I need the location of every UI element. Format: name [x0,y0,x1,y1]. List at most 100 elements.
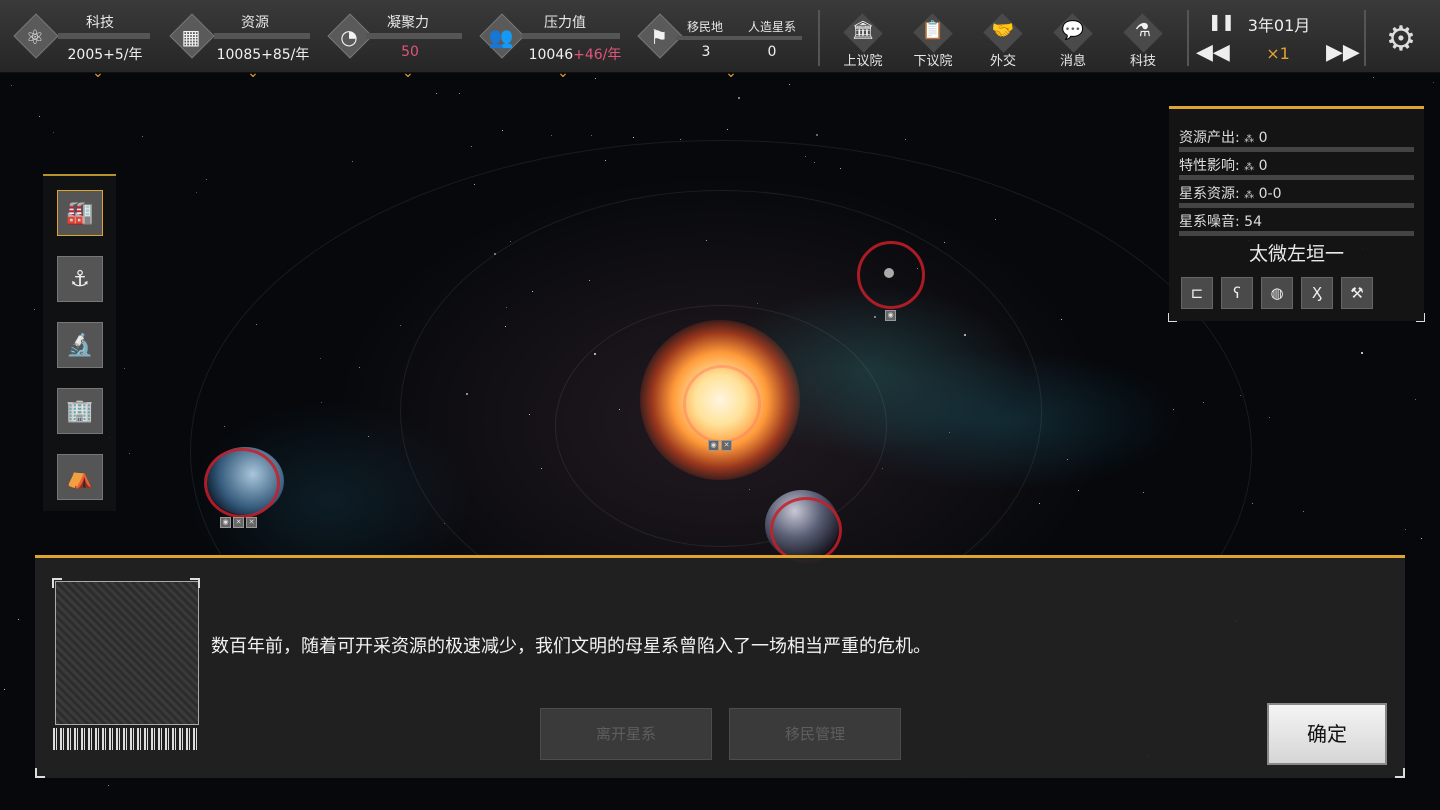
anchor-button[interactable]: ⚓ [57,256,103,302]
stat-cohesion-value: 50 [401,44,419,60]
stat-resources[interactable]: ▦ 资源 10085+85/年 [160,0,320,72]
gear-icon: ⚙ [1385,19,1417,59]
flag-icon: ⚑ [650,25,668,49]
anchor-icon: ⚓ [70,266,90,292]
status-icon: ◉ [220,517,231,528]
star-dot [352,161,353,162]
info-underline [1179,203,1414,208]
trait-circuit[interactable]: ⊏ [1181,277,1213,309]
speed-display: ×1 [1266,44,1290,63]
artificial-systems-value: 0 [767,44,777,60]
star-dot [1361,352,1363,354]
trait-globe[interactable]: ◍ [1261,277,1293,309]
trait-ear[interactable]: ʕ [1221,277,1253,309]
info-value: 54 [1244,214,1262,230]
stat-colonies[interactable]: ⚑ 移民地 人造星系 3 0 [630,0,810,72]
chevron-down-icon[interactable]: ⌄ [399,66,417,80]
star-dot [124,368,125,369]
info-value: 0-0 [1258,186,1282,202]
info-row-system-resources: 星系资源: ⁂ 0-0 [1179,183,1414,208]
chevron-down-icon[interactable]: ⌄ [89,66,107,80]
dome-button[interactable]: ⛺ [57,454,103,500]
chevron-down-icon[interactable]: ⌄ [722,66,740,80]
star-dot [789,84,790,85]
sun-status-icons: ◉ ✕ [708,440,732,451]
system-name: 太微左垣一 [1248,243,1344,265]
star-dot [459,93,460,94]
star-dot [595,78,596,79]
star-dot [905,139,906,140]
star-dot [738,97,740,99]
stat-tech[interactable]: ⚛ 科技 2005+5/年 [0,0,160,72]
star-dot [1415,399,1416,400]
trait-axe[interactable]: ⚒ [1341,277,1373,309]
chevron-down-icon[interactable]: ⌄ [244,66,262,80]
top-bar: ⚛ 科技 2005+5/年 ⌄ ▦ 资源 10085+85/年 ⌄ ◔ 凝聚力 … [0,0,1440,80]
circuit-icon: ⊏ [1190,284,1204,302]
pause-button[interactable]: ❚❚ [1208,12,1235,34]
globe-icon: ◍ [1270,284,1284,302]
info-row-resource-output: 资源产出: ⁂ 0 [1179,127,1414,152]
star-dot [1373,77,1374,78]
senate-button[interactable]: 🏛 上议院 [833,13,893,69]
star-dot [108,785,109,786]
close-icon: ✕ [246,517,257,528]
house-button[interactable]: 📋 下议院 [903,13,963,69]
stat-cohesion-bar [366,33,462,39]
info-underline [1179,175,1414,180]
stat-pressure[interactable]: 👥 压力值 10046+46/年 [470,0,630,72]
info-underline [1179,147,1414,152]
message-icon: 💬 [1061,20,1085,41]
diplomacy-button[interactable]: 🤝 外交 [973,13,1033,69]
tech-button[interactable]: ⚗ 科技 [1113,13,1173,69]
star-dot [1252,503,1253,504]
stat-cohesion-label: 凝聚力 [387,15,429,31]
stat-pressure-bar [522,33,620,39]
divider [1364,10,1366,66]
star-dot [816,134,818,136]
status-icon: ◉ [885,310,896,321]
messages-button[interactable]: 💬 消息 [1043,13,1103,69]
star-dot [129,453,130,454]
leave-system-button: 离开星系 [540,708,712,760]
star-dot [680,139,681,140]
portrait-frame [55,581,199,725]
rewind-button[interactable]: ◀◀ [1196,40,1230,66]
pressure-delta: +46/年 [573,47,622,63]
trait-figure[interactable]: Ӽ [1301,277,1333,309]
star-dot [591,135,592,136]
flask-icon: ⚗ [1134,20,1152,41]
star-dot [196,192,197,193]
info-underline [1179,231,1414,236]
resource-icon: ⁂ [1244,134,1255,145]
date-display: 3年01月 [1247,16,1311,35]
fast-forward-button[interactable]: ▶▶ [1326,40,1360,66]
star-dot [436,93,437,94]
star-dot [1303,511,1304,512]
microscope-button[interactable]: 🔬 [57,322,103,368]
settings-button[interactable]: ⚙ [1378,16,1424,62]
star-dot [551,135,552,136]
star-dot [727,129,728,130]
clipboard-check-icon: 📋 [921,20,945,41]
info-value: 0 [1258,158,1268,174]
star-dot [18,619,19,620]
city-button[interactable]: 🏢 [57,388,103,434]
close-icon: ✕ [721,440,732,451]
info-label: 资源产出: [1179,130,1240,146]
chevron-down-icon[interactable]: ⌄ [554,66,572,80]
portrait-corner [190,578,200,588]
star-dot [1405,529,1406,530]
confirm-button[interactable]: 确定 [1267,703,1387,765]
star-dot [39,116,40,117]
stat-pressure-value: 10046+46/年 [520,44,630,64]
senate-icon: 🏛 [851,20,875,41]
stat-cohesion[interactable]: ◔ 凝聚力 50 [320,0,470,72]
resource-icon: ⁂ [1244,162,1255,173]
factory-button[interactable]: 🏭 [57,190,103,236]
info-value: 0 [1258,130,1268,146]
star-dot [4,689,5,690]
stat-resources-value: 10085+85/年 [216,47,310,63]
cubes-icon: ▦ [181,25,201,49]
info-row-system-noise: 星系噪音: 54 [1179,211,1414,236]
